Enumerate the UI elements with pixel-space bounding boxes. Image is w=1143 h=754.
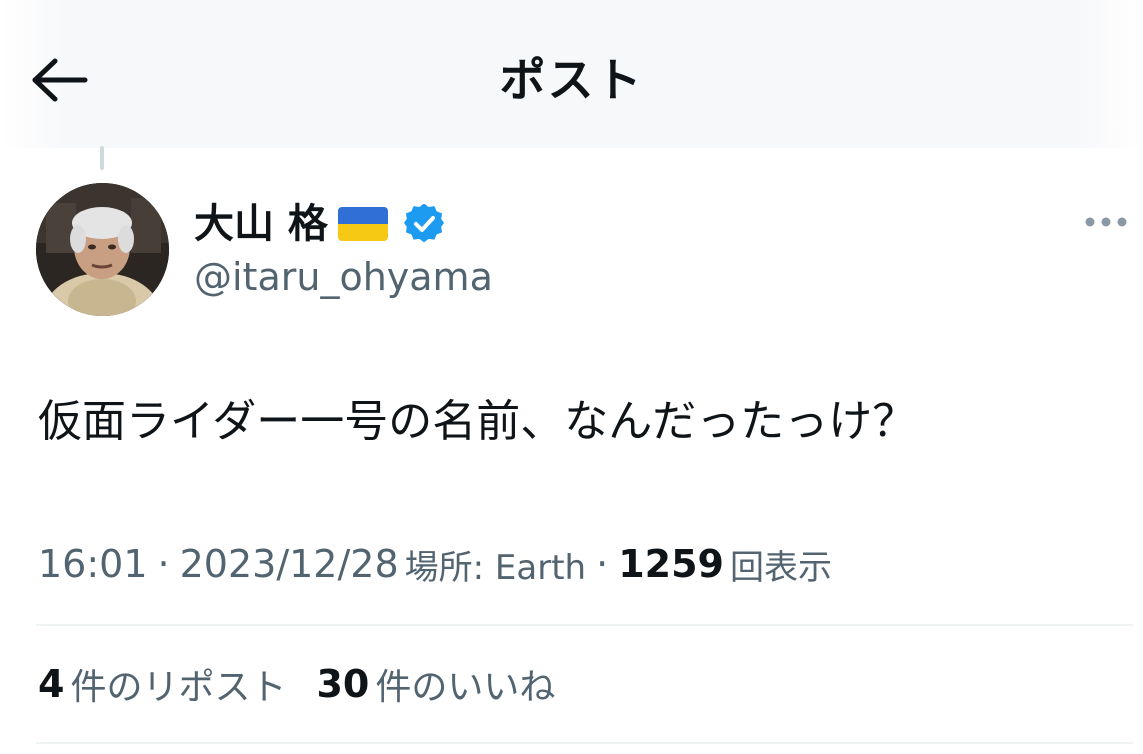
post-location: 場所: Earth <box>404 547 587 588</box>
more-options-button[interactable] <box>1080 204 1132 240</box>
divider <box>36 742 1133 744</box>
author-name-row: 大山 格 <box>194 196 444 252</box>
post-metadata: 16:01 · 2023/12/28 場所: Earth · 1259 回表示 <box>38 536 832 592</box>
display-name[interactable]: 大山 格 <box>194 198 328 250</box>
post-time[interactable]: 16:01 <box>38 542 148 586</box>
reposts-label: 件のリポスト <box>70 667 287 708</box>
engagement-stats: 4 件のリポスト 30 件のいいね <box>38 656 555 712</box>
thread-connector-line <box>100 146 104 170</box>
top-bar: ポスト <box>0 0 1143 148</box>
views-label: 回表示 <box>729 547 832 588</box>
user-handle[interactable]: @itaru_ohyama <box>194 252 493 302</box>
likes-label: 件のいいね <box>375 667 556 708</box>
reposts-count: 4 <box>38 662 65 706</box>
post-text: 仮面ライダー一号の名前、なんだったっけ？ <box>38 396 917 447</box>
divider <box>36 624 1133 626</box>
post-detail-page: ポスト 大山 格 @itaru_ohyama 仮面ライダー一号の名前、なんだった… <box>0 0 1143 754</box>
likes-stat[interactable]: 30 件のいいね <box>316 658 555 710</box>
meta-separator: · <box>596 542 609 586</box>
ukraine-flag-icon <box>337 207 388 241</box>
likes-count: 30 <box>316 662 370 706</box>
more-dots-icon <box>1085 217 1127 227</box>
avatar[interactable] <box>36 183 169 316</box>
meta-separator: · <box>157 542 170 586</box>
post-date[interactable]: 2023/12/28 <box>180 542 399 586</box>
page-title: ポスト <box>499 53 644 107</box>
views-count[interactable]: 1259 <box>618 542 724 586</box>
reposts-stat[interactable]: 4 件のリポスト <box>38 658 286 710</box>
avatar-photo <box>36 183 169 316</box>
verified-badge-icon <box>403 204 444 243</box>
